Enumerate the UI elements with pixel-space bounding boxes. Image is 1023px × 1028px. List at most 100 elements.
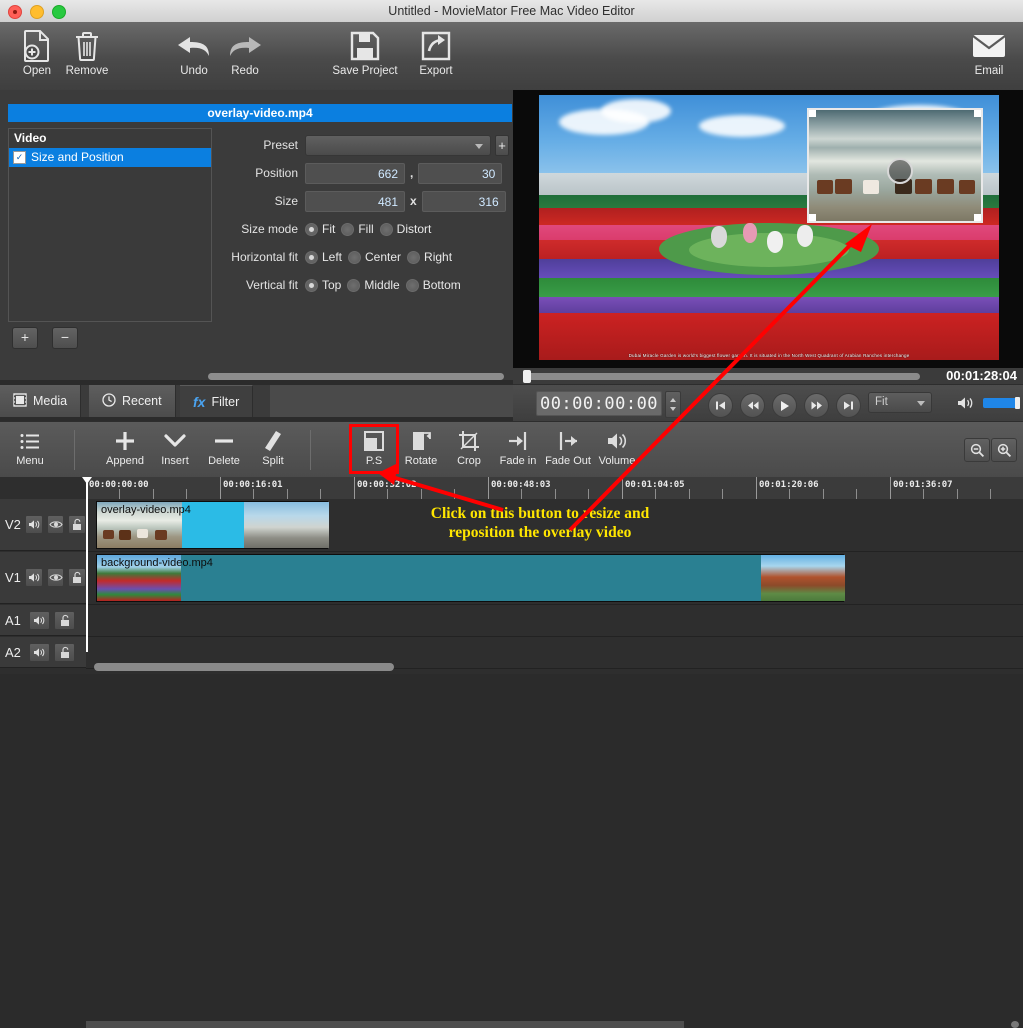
position-y-input[interactable]: 30 — [418, 163, 502, 184]
remove-button[interactable]: Remove — [56, 28, 118, 86]
volume-slider[interactable] — [983, 398, 1019, 408]
timeline-scrollbar-inner[interactable] — [86, 1021, 1023, 1028]
size-mode-option-distort[interactable]: Distort — [380, 222, 432, 236]
current-timecode-input[interactable]: 00:00:00:00 — [536, 391, 662, 416]
append-button[interactable]: Append — [100, 427, 150, 474]
fast-forward-button[interactable] — [804, 393, 829, 418]
fade-out-label: Fade Out — [545, 455, 591, 467]
timeline-playhead[interactable] — [86, 477, 88, 652]
volume-slider-knob[interactable] — [1015, 397, 1020, 409]
volume-button[interactable]: Volume — [592, 427, 642, 474]
track-header-v1[interactable]: V1 — [0, 552, 86, 604]
save-project-button[interactable]: Save Project — [322, 28, 408, 86]
speaker-icon[interactable] — [29, 611, 50, 630]
rewind-button[interactable] — [740, 393, 765, 418]
menu-button[interactable]: Menu — [5, 427, 55, 474]
track-name-a2: A2 — [5, 645, 25, 660]
timecode-stepper[interactable] — [665, 391, 681, 418]
split-button[interactable]: Split — [248, 427, 298, 474]
insert-button[interactable]: Insert — [150, 427, 200, 474]
filter-enabled-checkbox[interactable]: ✓ — [13, 151, 26, 164]
zoom-mode-dropdown[interactable]: Fit — [868, 392, 932, 413]
timeline-horizontal-scrollbar[interactable] — [94, 663, 394, 671]
hfit-option-left[interactable]: Left — [305, 250, 342, 264]
append-button-label: Append — [106, 455, 144, 467]
zoom-in-button[interactable] — [991, 438, 1017, 462]
seek-playhead[interactable] — [523, 370, 531, 383]
resize-handle-top-right[interactable] — [974, 110, 981, 117]
filter-panel-horizontal-scrollbar[interactable] — [208, 373, 504, 380]
track-header-a2[interactable]: A2 — [0, 637, 86, 668]
track-lane-v1[interactable]: background-video.mp4 — [86, 552, 1023, 605]
fade-in-button[interactable]: Fade in — [493, 427, 543, 474]
size-mode-option-fit[interactable]: Fit — [305, 222, 335, 236]
export-button[interactable]: Export — [405, 28, 467, 86]
toolbar-divider — [310, 430, 311, 470]
rotate-button[interactable]: Rotate — [396, 427, 446, 474]
total-duration: 00:01:28:04 — [946, 368, 1017, 384]
zoom-out-button[interactable] — [964, 438, 990, 462]
horizontal-fit-radios: Left Center Right — [305, 250, 452, 264]
email-button[interactable]: Email — [958, 28, 1020, 86]
timeline-clip-background[interactable]: background-video.mp4 — [96, 554, 844, 602]
resize-handle-bottom-right[interactable] — [974, 214, 981, 221]
add-filter-button[interactable]: + — [12, 327, 38, 349]
track-header-a1[interactable]: A1 — [0, 605, 86, 636]
crop-button[interactable]: Crop — [444, 427, 494, 474]
lock-icon[interactable] — [68, 515, 86, 534]
preview-frame[interactable]: Dubai Miracle Garden is world's biggest … — [539, 95, 999, 360]
speaker-icon[interactable] — [25, 515, 43, 534]
vfit-option-middle[interactable]: Middle — [347, 278, 399, 292]
size-height-input[interactable]: 316 — [422, 191, 506, 212]
lock-icon[interactable] — [54, 643, 75, 662]
delete-button[interactable]: Delete — [199, 427, 249, 474]
preset-dropdown[interactable] — [305, 135, 491, 156]
lock-icon[interactable] — [68, 568, 86, 587]
tab-filter[interactable]: fx Filter — [180, 385, 253, 417]
skip-to-end-button[interactable] — [836, 393, 861, 418]
timeline-clip-overlay[interactable]: overlay-video.mp4 — [96, 501, 328, 549]
vfit-option-top[interactable]: Top — [305, 278, 341, 292]
size-mode-label: Size mode — [214, 222, 305, 236]
skip-to-start-button[interactable] — [708, 393, 733, 418]
position-x-input[interactable]: 662 — [305, 163, 405, 184]
hfit-option-right[interactable]: Right — [407, 250, 452, 264]
split-button-label: Split — [262, 455, 283, 467]
eye-icon[interactable] — [47, 515, 65, 534]
vfit-option-bottom[interactable]: Bottom — [406, 278, 461, 292]
size-mode-option-fill[interactable]: Fill — [341, 222, 373, 236]
track-header-v2[interactable]: V2 — [0, 499, 86, 551]
volume-icon[interactable] — [957, 396, 975, 415]
filter-item-size-and-position[interactable]: ✓ Size and Position — [9, 148, 211, 167]
track-lane-a1[interactable] — [86, 605, 1023, 637]
radio-dot-icon — [406, 279, 419, 292]
hfit-option-center[interactable]: Center — [348, 250, 401, 264]
seek-bar[interactable] — [525, 373, 920, 380]
vfit-top-label: Top — [322, 278, 341, 292]
rewind-icon — [747, 400, 759, 411]
resize-handle-bottom-left[interactable] — [809, 214, 816, 221]
play-button[interactable] — [772, 393, 797, 418]
lock-icon[interactable] — [54, 611, 75, 630]
eye-icon[interactable] — [47, 568, 65, 587]
timeline-playhead-marker[interactable] — [82, 477, 92, 484]
speaker-icon[interactable] — [29, 643, 50, 662]
vertical-fit-radios: Top Middle Bottom — [305, 278, 461, 292]
redo-button[interactable]: Redo — [214, 28, 276, 86]
redo-button-label: Redo — [231, 65, 259, 77]
speaker-icon[interactable] — [25, 568, 43, 587]
remove-filter-button[interactable]: − — [52, 327, 78, 349]
overlay-center-handle[interactable] — [887, 158, 913, 184]
resize-handle-top-left[interactable] — [809, 110, 816, 117]
ruler-label: 00:01:04:05 — [625, 480, 685, 490]
timeline-ruler[interactable]: 00:00:00:00 00:00:16:01 00:00:32:02 00:0… — [86, 477, 1023, 500]
fade-out-button[interactable]: Fade Out — [543, 427, 593, 474]
preset-add-button[interactable]: + — [495, 135, 509, 156]
toolbar-divider — [74, 430, 75, 470]
tab-recent[interactable]: Recent — [89, 385, 176, 417]
overlay-clip-selection[interactable] — [807, 108, 983, 223]
tab-media[interactable]: Media — [0, 385, 81, 417]
stepper-up-icon — [670, 398, 676, 402]
size-width-input[interactable]: 481 — [305, 191, 405, 212]
filter-list[interactable]: Video ✓ Size and Position — [8, 128, 212, 322]
